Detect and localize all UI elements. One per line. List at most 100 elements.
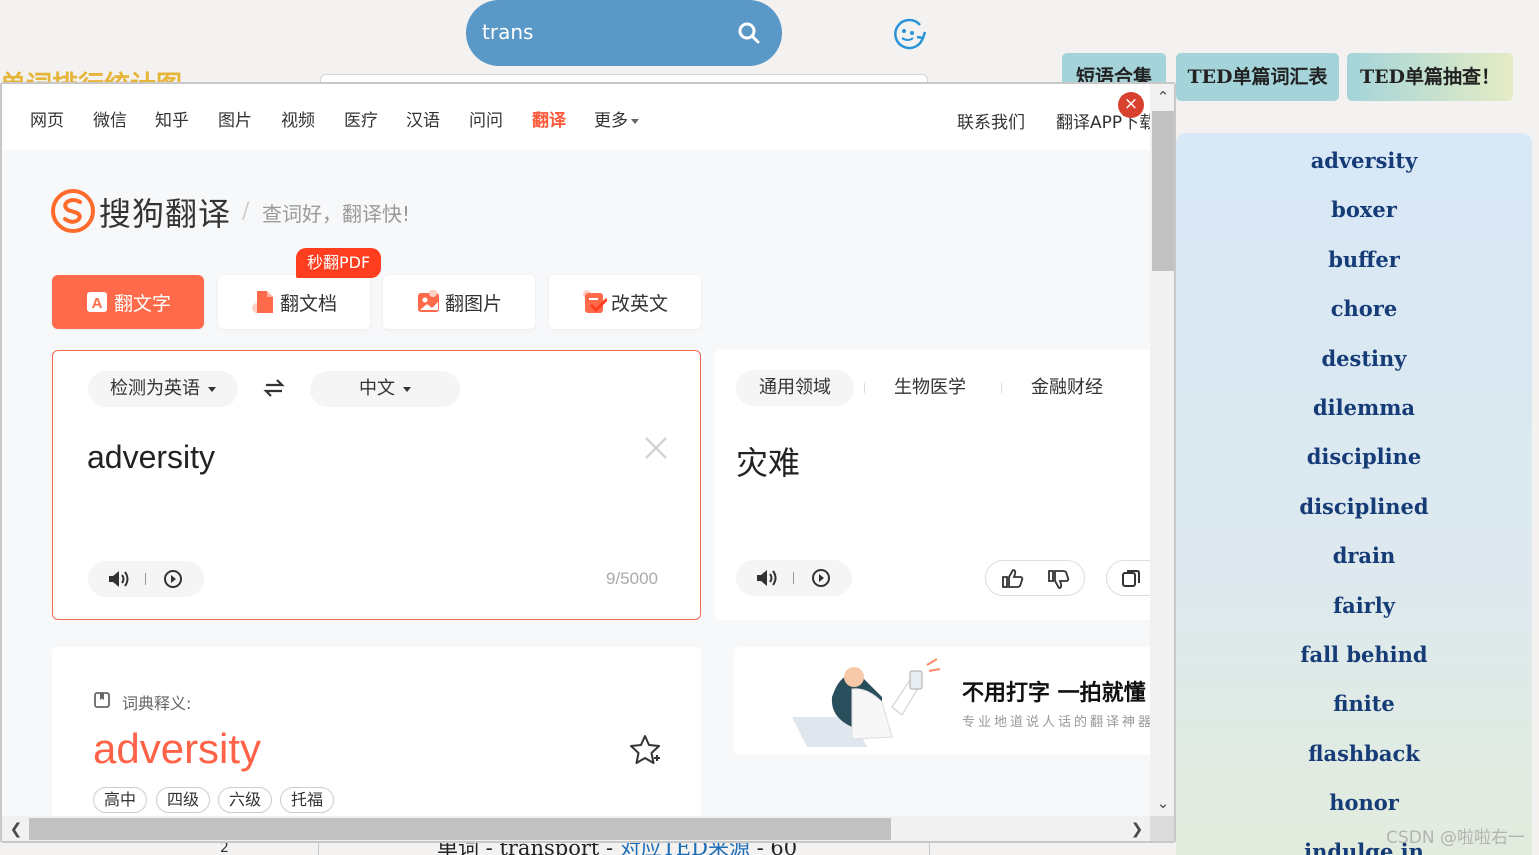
- chevron-down-icon: [631, 118, 639, 124]
- nav-chinese[interactable]: 汉语: [406, 106, 440, 131]
- translator-popup-window: 网页 微信 知乎 图片 视频 医疗 汉语 问问 翻译 更多 联系我们 翻译APP…: [0, 82, 1176, 843]
- word-list-item[interactable]: fairly: [1176, 584, 1532, 633]
- replay-icon[interactable]: [162, 569, 184, 589]
- source-language-label: 检测为英语: [110, 378, 200, 399]
- divider: [793, 572, 794, 584]
- speaker-icon[interactable]: [108, 569, 130, 589]
- close-icon[interactable]: ×: [1118, 92, 1144, 118]
- tab-translate-text[interactable]: A 翻文字: [52, 275, 204, 329]
- word-list-item[interactable]: discipline: [1176, 435, 1532, 484]
- scroll-up-icon[interactable]: ⌃: [1150, 86, 1174, 108]
- scroll-right-icon[interactable]: ❯: [1126, 818, 1148, 840]
- nav-wechat[interactable]: 微信: [93, 106, 127, 131]
- replay-icon[interactable]: [810, 568, 832, 588]
- promo-subtitle: 专业地道说人话的翻译神器: [962, 715, 1150, 730]
- nav-video[interactable]: 视频: [281, 106, 315, 131]
- nav-more[interactable]: 更多: [594, 106, 639, 131]
- chevron-down-icon: [403, 386, 411, 392]
- dictionary-headword: adversity: [93, 725, 262, 772]
- background-input-box[interactable]: [320, 74, 928, 82]
- word-list-item[interactable]: disciplined: [1176, 485, 1532, 534]
- brand-name: 搜狗翻译: [99, 195, 232, 233]
- speaker-icon[interactable]: [756, 568, 778, 588]
- nav-images[interactable]: 图片: [218, 106, 252, 131]
- copy-icon: [1122, 570, 1140, 587]
- nav-contact[interactable]: 联系我们: [957, 108, 1025, 133]
- divider: [145, 573, 146, 585]
- domain-finance-tab[interactable]: 金融财经: [1031, 370, 1103, 405]
- tab-ted-quiz[interactable]: TED单篇抽查！: [1347, 53, 1513, 101]
- brand-separator: /: [242, 199, 250, 224]
- thumbs-down-icon[interactable]: [1048, 570, 1070, 590]
- letter-a-icon: A: [87, 292, 107, 312]
- tab-translate-image[interactable]: 翻图片: [383, 275, 535, 329]
- domain-biomedical-tab[interactable]: 生物医学: [894, 370, 966, 405]
- source-language-select[interactable]: 检测为英语: [88, 371, 238, 407]
- target-language-label: 中文: [359, 378, 395, 399]
- word-list-panel: adversity boxer buffer chore destiny dil…: [1176, 133, 1532, 855]
- source-audio-controls: [88, 561, 204, 597]
- person-with-laptop-illustration: [792, 658, 941, 747]
- scrollbar-thumb[interactable]: [1152, 111, 1174, 271]
- nav-web[interactable]: 网页: [30, 106, 64, 131]
- svg-text:A: A: [92, 295, 103, 312]
- word-list-item[interactable]: flashback: [1176, 732, 1532, 781]
- tab-rewrite-english[interactable]: 改英文: [549, 275, 701, 329]
- background-search-bar[interactable]: trans: [466, 0, 782, 66]
- word-list-item[interactable]: chore: [1176, 287, 1532, 336]
- top-nav: 网页 微信 知乎 图片 视频 医疗 汉语 问问 翻译 更多 联系我们 翻译APP…: [2, 84, 1150, 150]
- horizontal-scrollbar[interactable]: ❮ ❯: [2, 816, 1150, 841]
- scroll-left-icon[interactable]: ❮: [5, 818, 27, 840]
- word-list-item[interactable]: destiny: [1176, 337, 1532, 386]
- word-list-item[interactable]: drain: [1176, 534, 1532, 583]
- nav-wenwen[interactable]: 问问: [469, 106, 503, 131]
- search-icon[interactable]: [736, 20, 762, 46]
- clear-icon[interactable]: [643, 435, 669, 461]
- tab-label: 翻文字: [114, 293, 172, 315]
- dictionary-panel: 词典释义: adversity 高中 四级 六级 托福: [52, 647, 701, 816]
- thumbs-up-icon[interactable]: [1002, 568, 1024, 588]
- image-icon: [418, 290, 439, 312]
- source-panel: 检测为英语 中文 adversity 9/5000: [52, 350, 701, 620]
- word-list-item[interactable]: dilemma: [1176, 386, 1532, 435]
- word-list-item[interactable]: boxer: [1176, 188, 1532, 237]
- divider: [864, 383, 865, 393]
- favorite-star-icon[interactable]: [628, 733, 662, 767]
- nav-medical[interactable]: 医疗: [344, 106, 378, 131]
- tab-label: 翻图片: [445, 293, 503, 315]
- scroll-down-icon[interactable]: ⌄: [1150, 792, 1174, 814]
- book-icon: [94, 692, 110, 708]
- copy-button[interactable]: [1106, 560, 1150, 596]
- domain-general-tab[interactable]: 通用领域: [736, 370, 854, 406]
- refresh-face-icon[interactable]: [890, 17, 928, 51]
- word-list-item[interactable]: fall behind: [1176, 633, 1532, 682]
- nav-translate[interactable]: 翻译: [532, 106, 566, 131]
- word-list-item[interactable]: adversity: [1176, 139, 1532, 188]
- background-search-input[interactable]: trans: [482, 20, 533, 44]
- translation-result: 灾难: [736, 444, 801, 482]
- edit-check-icon: [583, 290, 607, 313]
- watermark: CSDN @啦啦右一: [1386, 828, 1525, 848]
- swap-languages-icon[interactable]: [263, 377, 285, 399]
- tab-translate-document[interactable]: 翻文档: [218, 275, 370, 329]
- target-language-select[interactable]: 中文: [310, 371, 460, 407]
- level-tag: 六级: [218, 787, 273, 813]
- pdf-promo-badge[interactable]: 秒翻PDF: [296, 248, 382, 278]
- word-list-item[interactable]: finite: [1176, 682, 1532, 731]
- word-list-item[interactable]: buffer: [1176, 238, 1532, 287]
- app-promo-banner[interactable]: 不用打字 一拍就懂 专业地道说人话的翻译神器: [734, 647, 1150, 755]
- tab-ted-vocabulary[interactable]: TED单篇词汇表: [1176, 53, 1339, 101]
- chevron-down-icon: [208, 386, 216, 392]
- level-tag: 四级: [156, 787, 211, 813]
- sogou-logo-icon: [51, 189, 95, 233]
- vertical-scrollbar[interactable]: ⌃ ⌄: [1150, 84, 1174, 816]
- level-tag: 托福: [280, 787, 335, 813]
- table-divider: [929, 842, 930, 855]
- scrollbar-thumb[interactable]: [29, 818, 891, 840]
- nav-zhihu[interactable]: 知乎: [155, 106, 189, 131]
- nav-more-label: 更多: [594, 111, 628, 131]
- source-text-input[interactable]: adversity: [87, 439, 215, 476]
- dictionary-label: 词典释义:: [122, 694, 192, 713]
- document-icon: [252, 291, 273, 313]
- background-chart-title: 单词排行统计图: [0, 66, 210, 82]
